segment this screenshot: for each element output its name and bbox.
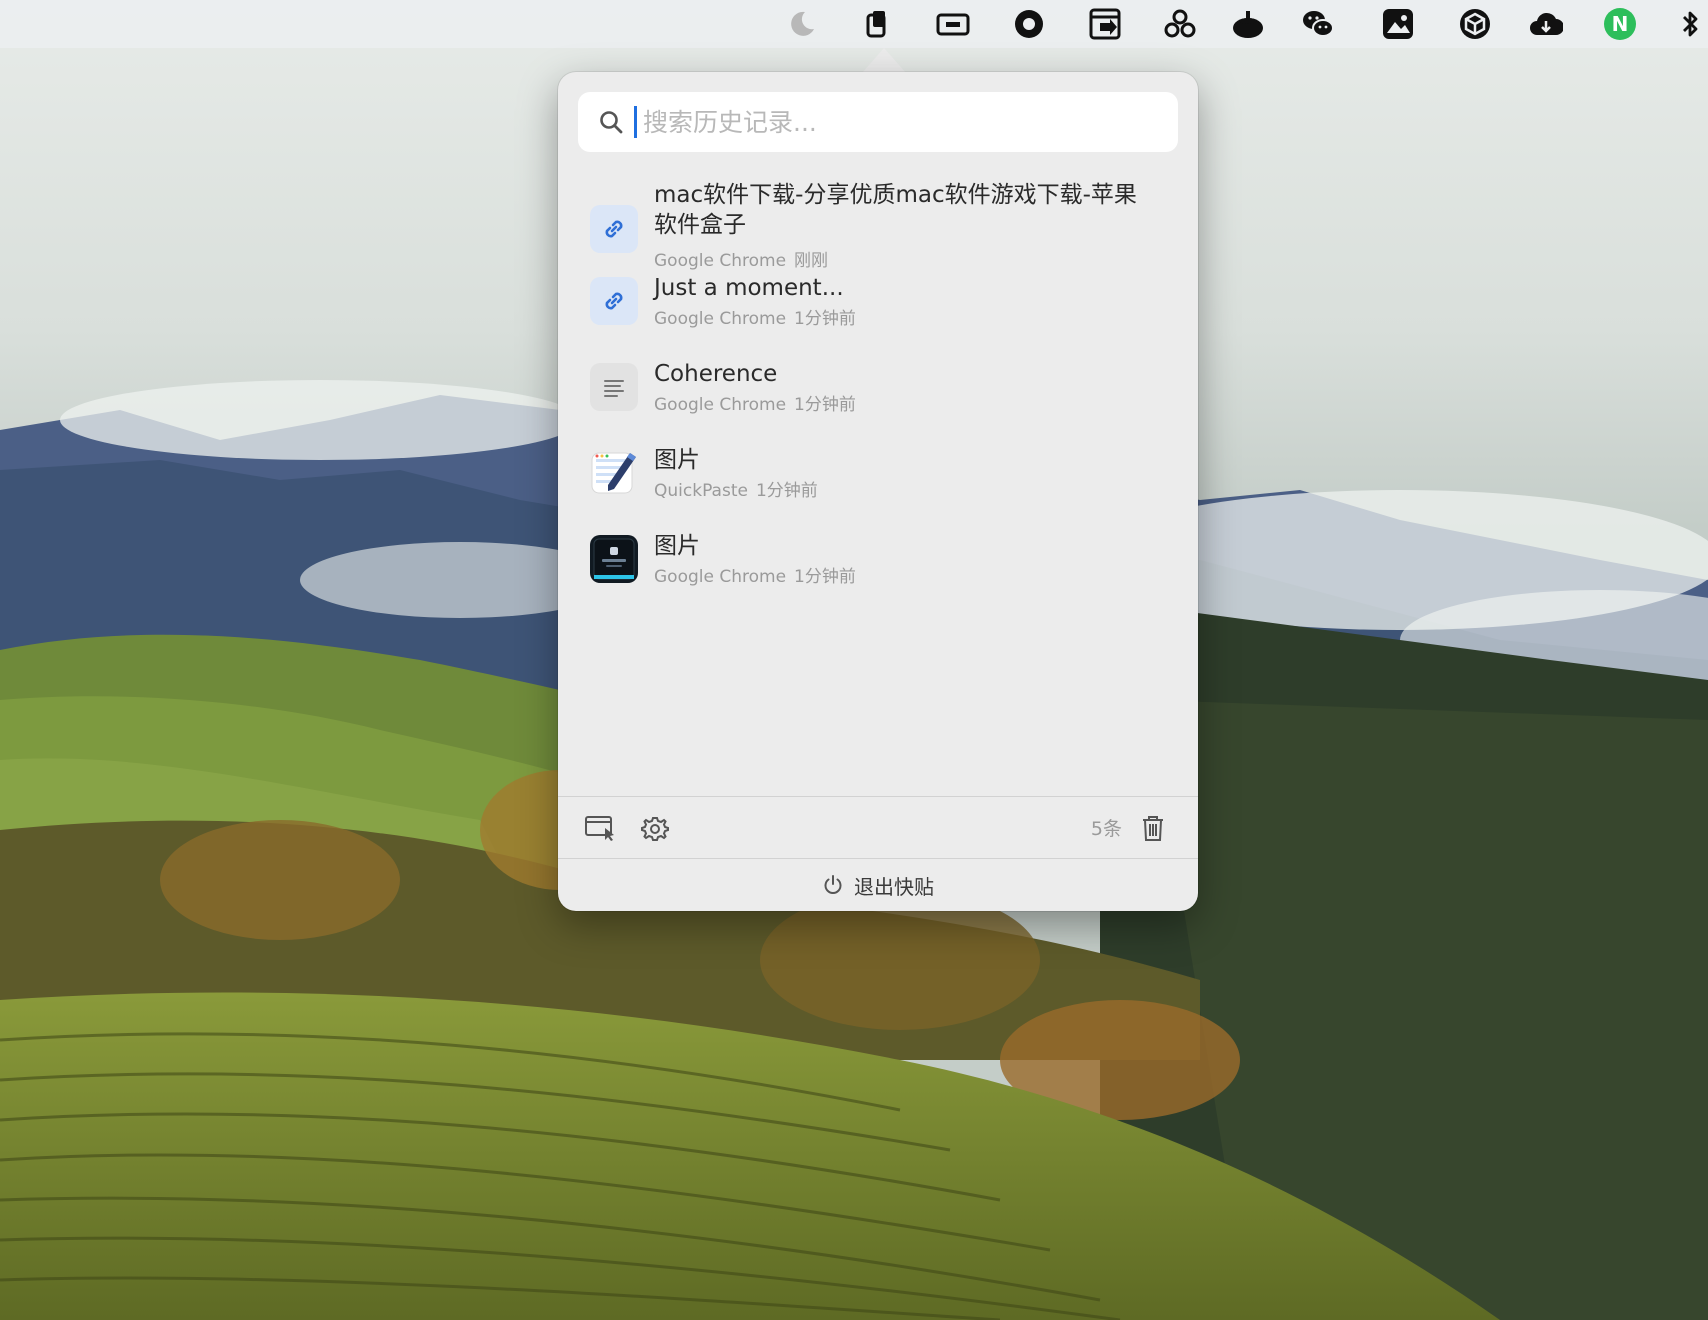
menu-bar: N (0, 0, 1708, 48)
link-icon (590, 205, 638, 253)
moon-icon[interactable] (784, 7, 820, 41)
search-icon (600, 111, 623, 134)
history-item-title: 图片 (654, 447, 700, 473)
gear-icon[interactable] (640, 814, 670, 844)
history-item-time: 1分钟前 (794, 395, 856, 415)
history-item-meta: QuickPaste 1分钟前 (654, 476, 818, 501)
history-item-meta: Google Chrome 1分钟前 (654, 390, 856, 415)
history-item-source: Google Chrome (654, 309, 787, 329)
history-item-time: 1分钟前 (755, 481, 818, 501)
history-item-source: Google Chrome (654, 567, 787, 587)
wechat-icon[interactable] (1300, 7, 1336, 41)
trash-icon[interactable] (1138, 813, 1168, 843)
quit-button[interactable]: 退出快贴 (558, 859, 1198, 911)
history-item-source: QuickPaste (654, 481, 748, 501)
popover-arrow (862, 48, 906, 73)
history-item-title: 图片 (654, 533, 700, 559)
cloud-icon[interactable] (1528, 7, 1564, 41)
footer-divider (558, 796, 1198, 797)
bell-dome-icon[interactable] (1230, 7, 1266, 41)
cluster-icon[interactable] (1162, 7, 1198, 41)
screen-record-icon[interactable] (935, 7, 971, 41)
history-item-source: Google Chrome (654, 395, 787, 415)
history-item-meta: Google Chrome 1分钟前 (654, 304, 856, 329)
clipboard-icon[interactable] (858, 7, 894, 41)
bluetooth-icon[interactable] (1672, 7, 1708, 41)
quit-label: 退出快贴 (854, 874, 934, 899)
window-arrow-icon[interactable] (1087, 7, 1123, 41)
notion-icon[interactable]: N (1602, 7, 1638, 41)
history-item-title: Just a moment... (654, 275, 844, 301)
text-lines-icon (590, 363, 638, 411)
search-box[interactable] (578, 92, 1178, 152)
history-item-time: 刚刚 (794, 251, 829, 271)
power-icon (824, 875, 842, 894)
window-pointer-icon[interactable] (585, 812, 615, 842)
text-caret (634, 106, 637, 138)
history-item-title: Coherence (654, 361, 778, 387)
history-item-meta: Google Chrome 刚刚 (654, 246, 828, 271)
quickpaste-app-icon (590, 449, 638, 497)
clipboard-history-popover: mac软件下载-分享优质mac软件游戏下载-苹果软件盒子 Google Chro… (558, 72, 1198, 911)
photos-icon[interactable] (1380, 7, 1416, 41)
box-icon[interactable] (1457, 7, 1493, 41)
search-input[interactable] (641, 106, 1178, 138)
item-count: 5条 (1090, 818, 1122, 840)
link-icon (590, 277, 638, 325)
history-item-meta: Google Chrome 1分钟前 (654, 562, 856, 587)
screenshot-thumbnail-icon (590, 535, 638, 583)
svg-text:N: N (1612, 12, 1629, 36)
history-item-time: 1分钟前 (794, 309, 856, 329)
history-item-source: Google Chrome (654, 251, 787, 271)
ring-icon[interactable] (1011, 7, 1047, 41)
history-item-title: mac软件下载-分享优质mac软件游戏下载-苹果软件盒子 (654, 182, 1137, 238)
history-item-time: 1分钟前 (794, 567, 856, 587)
